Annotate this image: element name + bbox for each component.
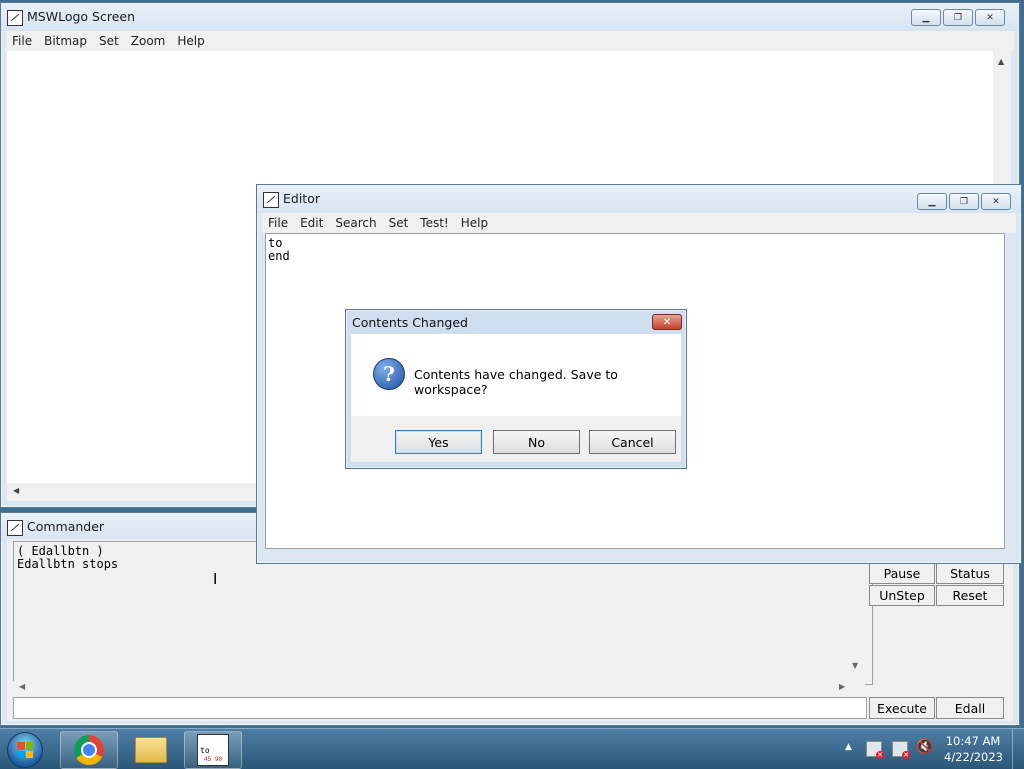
screen-window-title: MSWLogo Screen	[27, 9, 136, 24]
screen-menubar: File Bitmap Set Zoom Help	[6, 31, 1014, 51]
yes-button[interactable]: Yes	[395, 430, 482, 454]
clock-time: 10:47 AM	[945, 734, 1001, 748]
dialog-footer: Yes No Cancel	[351, 416, 681, 462]
editor-window-title: Editor	[283, 191, 320, 206]
clock[interactable]: 10:47 AM 4/22/2023	[944, 733, 1003, 765]
editor-menu-help[interactable]: Help	[455, 216, 494, 230]
editor-menubar: File Edit Search Set Test! Help	[262, 213, 1016, 233]
commander-title: Commander	[27, 519, 105, 534]
taskbar: to 45 90 ▲ ✕ ✕ 🔇 10:47 AM 4/22/2023	[0, 728, 1024, 769]
mswlogo-thumbnail-icon: to 45 90	[197, 734, 229, 766]
start-orb-icon[interactable]	[7, 732, 43, 768]
editor-titlebar[interactable]: Editor ▁ ❐ ✕	[257, 185, 1021, 213]
editor-menu-edit[interactable]: Edit	[294, 216, 329, 230]
menu-bitmap[interactable]: Bitmap	[38, 34, 93, 48]
explorer-taskbar-button[interactable]	[122, 731, 180, 769]
status-button[interactable]: Status	[936, 563, 1004, 584]
volume-muted-icon[interactable]: 🔇	[916, 739, 933, 755]
close-button[interactable]: ✕	[975, 9, 1005, 26]
menu-zoom[interactable]: Zoom	[125, 34, 172, 48]
windows-logo-icon	[17, 742, 33, 758]
editor-menu-search[interactable]: Search	[329, 216, 382, 230]
menu-set[interactable]: Set	[93, 34, 125, 48]
text-cursor-icon: I	[213, 570, 218, 588]
output-hscroll[interactable]: ◀ ▶	[13, 681, 865, 695]
action-center-icon[interactable]: ✕	[866, 741, 884, 759]
chrome-icon	[74, 735, 104, 765]
screen-titlebar[interactable]: MSWLogo Screen ▁ ❐ ✕	[1, 3, 1019, 31]
edall-button[interactable]: Edall	[936, 697, 1004, 719]
reset-button[interactable]: Reset	[936, 585, 1004, 606]
minimize-button[interactable]: ▁	[911, 9, 941, 26]
network-icon[interactable]: ✕	[892, 741, 910, 759]
folder-icon	[135, 737, 167, 763]
scroll-right-arrow-icon[interactable]: ▶	[839, 682, 845, 691]
scroll-down-arrow-icon[interactable]: ▼	[852, 661, 858, 670]
scroll-up-arrow-icon[interactable]: ▲	[998, 57, 1004, 66]
cancel-button[interactable]: Cancel	[589, 430, 676, 454]
no-button[interactable]: No	[493, 430, 580, 454]
commander-app-icon	[7, 520, 23, 536]
editor-menu-set[interactable]: Set	[383, 216, 415, 230]
scroll-left-arrow-icon[interactable]: ◀	[13, 486, 19, 495]
thumb-sub: 45 90	[204, 756, 223, 763]
editor-close-button[interactable]: ✕	[981, 193, 1011, 210]
editor-menu-file[interactable]: File	[262, 216, 294, 230]
editor-minimize-button[interactable]: ▁	[917, 193, 947, 210]
scroll-left-arrow-icon[interactable]: ◀	[19, 682, 25, 691]
execute-button[interactable]: Execute	[869, 697, 935, 719]
restore-button[interactable]: ❐	[943, 9, 973, 26]
question-icon: ?	[373, 358, 405, 390]
clock-date: 4/22/2023	[944, 750, 1003, 764]
mswlogo-taskbar-button[interactable]: to 45 90	[184, 731, 242, 769]
command-input[interactable]	[13, 697, 867, 719]
dialog-title: Contents Changed	[352, 315, 468, 330]
commander-body: ( Edallbtn ) Edallbtn stops ◀ ▶ ▼ Pause …	[7, 539, 1013, 721]
menu-file[interactable]: File	[6, 34, 38, 48]
chrome-taskbar-button[interactable]	[60, 731, 118, 769]
editor-app-icon	[263, 192, 279, 208]
editor-restore-button[interactable]: ❐	[949, 193, 979, 210]
mswlogo-app-icon	[7, 10, 23, 26]
contents-changed-dialog: Contents Changed ✕ ? Contents have chang…	[345, 309, 687, 469]
dialog-body: ? Contents have changed. Save to workspa…	[351, 334, 681, 416]
menu-help[interactable]: Help	[171, 34, 210, 48]
pause-button[interactable]: Pause	[869, 563, 935, 584]
editor-menu-test[interactable]: Test!	[414, 216, 454, 230]
show-desktop-button[interactable]	[1012, 729, 1024, 769]
dialog-titlebar[interactable]: Contents Changed ✕	[346, 310, 686, 334]
show-hidden-icons-button[interactable]: ▲	[845, 742, 852, 752]
unstep-button[interactable]: UnStep	[869, 585, 935, 606]
dialog-close-button[interactable]: ✕	[652, 314, 682, 330]
thumb-text: to	[200, 746, 210, 755]
dialog-message: Contents have changed. Save to workspace…	[414, 367, 618, 397]
